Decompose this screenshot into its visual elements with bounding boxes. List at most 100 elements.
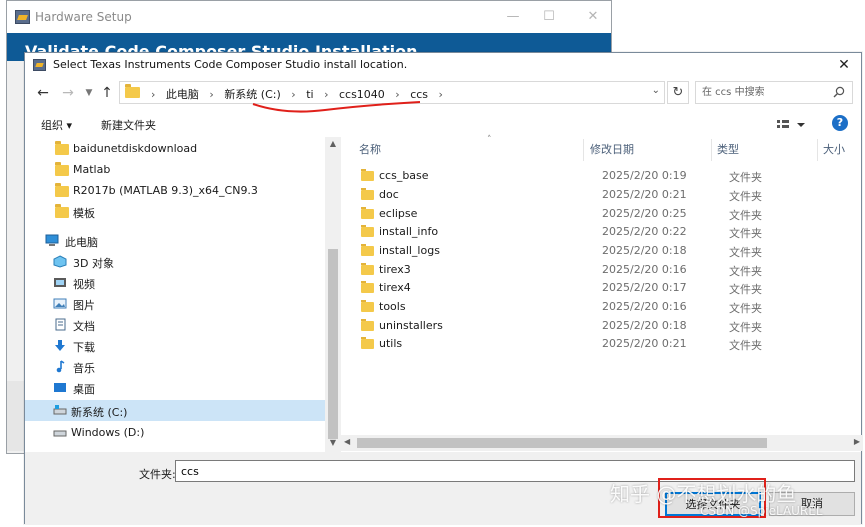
file-name: eclipse — [379, 207, 418, 220]
nav-item-pictures[interactable]: 图片 — [25, 293, 325, 314]
hardware-setup-titlebar: Hardware Setup — ☐ ✕ — [7, 1, 611, 33]
search-icon[interactable] — [833, 86, 845, 98]
file-row[interactable]: tirex3 2025/2/20 0:16 文件夹 — [357, 261, 855, 279]
scroll-left-icon[interactable]: ◀ — [344, 437, 350, 446]
breadcrumb-chevron-icon[interactable]: › — [436, 88, 446, 101]
column-header-size[interactable]: 大小 — [823, 141, 845, 163]
nav-item-3d-objects[interactable]: 3D 对象 — [25, 251, 325, 272]
file-row[interactable]: install_info 2025/2/20 0:22 文件夹 — [357, 223, 855, 241]
file-row[interactable]: install_logs 2025/2/20 0:18 文件夹 — [357, 242, 855, 260]
select-folder-button[interactable]: 选择文件夹 — [665, 492, 761, 516]
nav-item-matlab[interactable]: Matlab — [25, 159, 325, 180]
column-divider[interactable] — [583, 139, 584, 161]
breadcrumb-item-ccs[interactable]: ccs — [406, 88, 432, 101]
folder-icon — [361, 244, 374, 256]
file-date: 2025/2/20 0:19 — [602, 169, 687, 182]
dialog-app-icon — [33, 59, 46, 71]
scroll-up-icon[interactable]: ▲ — [328, 139, 338, 151]
file-date: 2025/2/20 0:21 — [602, 337, 687, 350]
file-row[interactable]: ccs_base 2025/2/20 0:19 文件夹 — [357, 167, 855, 185]
file-type: 文件夹 — [729, 283, 762, 296]
column-divider[interactable] — [817, 139, 818, 161]
file-date: 2025/2/20 0:25 — [602, 207, 687, 220]
maximize-icon[interactable]: ☐ — [539, 7, 559, 27]
column-header-date[interactable]: 修改日期 — [590, 141, 634, 163]
file-date: 2025/2/20 0:16 — [602, 263, 687, 276]
nav-item-baidunetdiskdownload[interactable]: baidunetdiskdownload — [25, 138, 325, 159]
nav-item-videos[interactable]: 视频 — [25, 272, 325, 293]
nav-item-r2017b[interactable]: R2017b (MATLAB 9.3)_x64_CN9.3 — [25, 180, 325, 201]
breadcrumb-item-this-pc[interactable]: 此电脑 — [162, 86, 203, 102]
column-header-name[interactable]: 名称 — [359, 141, 381, 163]
file-date: 2025/2/20 0:18 — [602, 319, 687, 332]
breadcrumb-item-drive-c[interactable]: 新系统 (C:) — [220, 86, 284, 102]
file-name: uninstallers — [379, 319, 443, 332]
folder-icon — [361, 225, 374, 237]
recent-locations-chevron-icon[interactable]: ▼ — [79, 83, 99, 103]
nav-item-label: R2017b (MATLAB 9.3)_x64_CN9.3 — [73, 184, 258, 197]
help-icon[interactable]: ? — [832, 115, 848, 131]
column-divider[interactable] — [711, 139, 712, 161]
nav-item-this-pc[interactable]: 此电脑 — [25, 230, 325, 251]
breadcrumb-chevron-icon[interactable]: › — [288, 88, 298, 101]
file-row[interactable]: tirex4 2025/2/20 0:17 文件夹 — [357, 279, 855, 297]
music-icon — [56, 360, 65, 373]
forward-arrow-icon[interactable]: → — [58, 83, 78, 103]
cancel-button[interactable]: 取消 — [769, 492, 855, 516]
nav-item-label: 音乐 — [73, 362, 95, 375]
search-box[interactable] — [695, 81, 853, 104]
folder-icon — [361, 281, 374, 293]
organize-menu-button[interactable]: 组织 ▾ — [41, 117, 72, 133]
nav-item-label: 此电脑 — [65, 236, 98, 249]
nav-item-drive-d[interactable]: Windows (D:) — [25, 422, 325, 443]
breadcrumb-item-ti[interactable]: ti — [302, 88, 317, 101]
file-type: 文件夹 — [729, 171, 762, 184]
minimize-icon[interactable]: — — [503, 7, 523, 27]
scroll-down-icon[interactable]: ▼ — [328, 438, 338, 450]
file-list-horizontal-scrollbar[interactable]: ◀ ▶ — [341, 435, 863, 451]
command-bar: 组织 ▾ 新建文件夹 ? — [25, 111, 861, 139]
horizontal-scroll-thumb[interactable] — [357, 438, 767, 448]
nav-item-drive-c[interactable]: 新系统 (C:) — [25, 400, 325, 421]
breadcrumb-item-ccs1040[interactable]: ccs1040 — [335, 88, 389, 101]
navigation-scrollbar[interactable]: ▲ ▼ — [325, 137, 341, 452]
scroll-right-icon[interactable]: ▶ — [854, 437, 860, 446]
file-row[interactable]: uninstallers 2025/2/20 0:18 文件夹 — [357, 317, 855, 335]
nav-item-label: 模板 — [73, 207, 95, 220]
search-input[interactable] — [696, 82, 826, 103]
breadcrumb-root-chevron-icon[interactable]: › — [148, 88, 158, 101]
3d-objects-icon — [53, 255, 67, 268]
close-icon[interactable]: ✕ — [583, 7, 603, 27]
file-row[interactable]: tools 2025/2/20 0:16 文件夹 — [357, 298, 855, 316]
file-name: utils — [379, 337, 403, 350]
nav-item-label: 桌面 — [73, 383, 95, 396]
new-folder-button[interactable]: 新建文件夹 — [101, 117, 156, 133]
file-row[interactable]: utils 2025/2/20 0:21 文件夹 — [357, 335, 855, 353]
column-header-type[interactable]: 类型 — [717, 141, 739, 163]
file-type: 文件夹 — [729, 246, 762, 259]
nav-item-music[interactable]: 音乐 — [25, 356, 325, 377]
nav-item-label: 视频 — [73, 278, 95, 291]
address-dropdown-icon[interactable]: ⌄ — [652, 85, 660, 96]
hardware-setup-panel — [7, 381, 25, 451]
folder-name-input[interactable] — [175, 460, 855, 482]
breadcrumb-chevron-icon[interactable]: › — [206, 88, 216, 101]
desktop-icon — [54, 383, 66, 392]
nav-item-downloads[interactable]: 下载 — [25, 335, 325, 356]
nav-item-label: 新系统 (C:) — [71, 406, 128, 419]
navigation-scroll-thumb[interactable] — [328, 249, 338, 439]
nav-item-documents[interactable]: 文档 — [25, 314, 325, 335]
view-options-icon[interactable] — [775, 115, 811, 135]
address-bar[interactable]: › 此电脑 › 新系统 (C:) › ti › ccs1040 › ccs › … — [119, 81, 665, 104]
address-folder-icon — [125, 84, 140, 98]
nav-item-desktop[interactable]: 桌面 — [25, 377, 325, 398]
nav-item-templates[interactable]: 模板 — [25, 201, 325, 222]
breadcrumb-chevron-icon[interactable]: › — [392, 88, 402, 101]
refresh-icon[interactable]: ↻ — [667, 81, 689, 104]
back-arrow-icon[interactable]: ← — [33, 83, 53, 103]
breadcrumb-chevron-icon[interactable]: › — [321, 88, 331, 101]
dialog-close-icon[interactable]: ✕ — [829, 53, 859, 77]
file-row[interactable]: eclipse 2025/2/20 0:25 文件夹 — [357, 205, 855, 223]
up-arrow-icon[interactable]: ↑ — [97, 83, 117, 103]
file-row[interactable]: doc 2025/2/20 0:21 文件夹 — [357, 186, 855, 204]
